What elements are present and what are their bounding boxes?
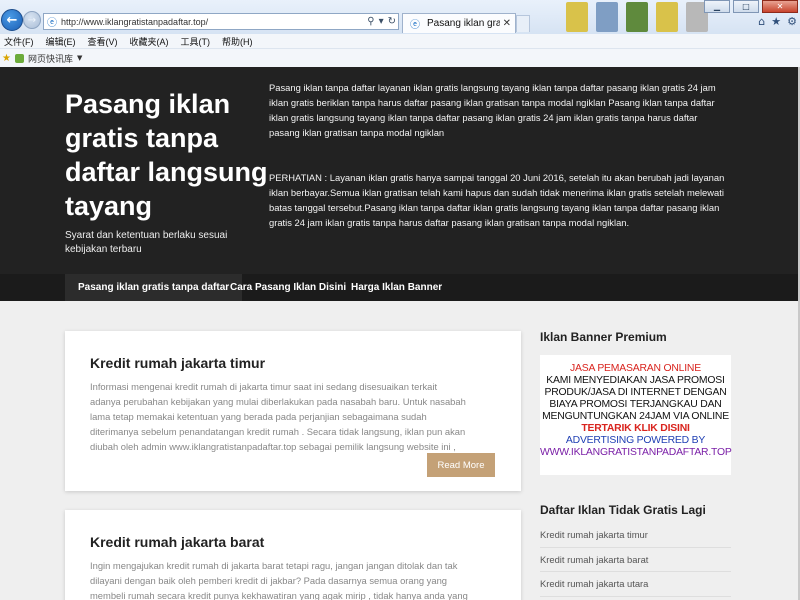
search-icon[interactable]: ⚲ [365,16,376,27]
tab-favicon-icon: ⓔ [410,20,420,31]
tab-close-icon[interactable]: ✕ [503,18,511,29]
sidebar-link-list: Kredit rumah jakarta timur Kredit rumah … [540,523,731,597]
close-icon: ✕ [776,2,784,11]
post-excerpt: Ingin mengajukan kredit rumah di jakarta… [90,560,468,600]
menu-view[interactable]: 查看(V) [88,35,118,48]
banner-url[interactable]: WWW.IKLANGRATISTANPADAFTAR.TOP [540,447,732,459]
browser-chrome: ← → ⓔ http://www.iklangratistanpadaftar.… [0,0,800,67]
address-bar[interactable]: ⓔ http://www.iklangratistanpadaftar.top/… [43,13,399,30]
tab-title: Pasang iklan gratis tanp... [427,18,500,29]
main-navigation: Pasang iklan gratis tanpa daftar Cara Pa… [0,274,800,301]
favorites-star-icon[interactable]: ★ [771,15,781,28]
notice-paragraph: PERHATIAN : Layanan iklan gratis hanya s… [269,172,725,228]
nav-item-how-to[interactable]: Cara Pasang Iklan Disini [230,274,346,301]
nav-item-banner-price[interactable]: Harga Iklan Banner [351,274,442,301]
address-row: ← → ⓔ http://www.iklangratistanpadaftar.… [0,0,800,34]
folder-icon [566,2,588,32]
maximize-button[interactable]: □ [733,0,759,13]
window-controls: ▁ □ ✕ [704,0,798,13]
chevron-down-icon[interactable]: ▼ [77,54,82,62]
read-more-button[interactable]: Read More [427,453,495,477]
menu-help[interactable]: 帮助(H) [222,35,253,48]
nav-item-home[interactable]: Pasang iklan gratis tanpa daftar [65,274,243,301]
dropdown-caret-icon[interactable]: ▾ [377,16,386,27]
post-card: Kredit rumah jakarta timur Informasi men… [65,331,521,491]
banner-line: KAMI MENYEDIAKAN JASA PROMOSI [546,375,725,386]
refresh-icon[interactable]: ↻ [386,16,398,27]
post-card: Kredit rumah jakarta barat Ingin mengaju… [65,510,521,600]
menu-favorites[interactable]: 收藏夹(A) [130,35,169,48]
banner-line: ADVERTISING POWERED BY [565,435,706,446]
arrow-right-icon: → [27,14,37,26]
list-widget-title: Daftar Iklan Tidak Gratis Lagi [540,503,706,517]
back-button[interactable]: ← [1,9,23,31]
arrow-left-icon: ← [6,12,18,28]
file-icon [626,2,648,32]
home-icon[interactable]: ⌂ [758,15,765,28]
banner-line: BIAYA PROMOSI TERJANGKAU DAN [549,399,722,410]
premium-banner-ad[interactable]: JASA PEMASARAN ONLINE KAMI MENYEDIAKAN J… [540,355,732,475]
file-icon [596,2,618,32]
banner-cta[interactable]: TERTARIK KLIK DISINI [540,423,731,435]
banner-line: MENGUNTUNGKAN 24JAM VIA ONLINE [542,411,729,422]
menu-bar: 文件(F) 编辑(E) 查看(V) 收藏夹(A) 工具(T) 帮助(H) [0,34,800,48]
banner-widget-title: Iklan Banner Premium [540,330,667,344]
web-slice-icon [14,53,24,63]
post-title[interactable]: Kredit rumah jakarta barat [90,534,264,550]
menu-edit[interactable]: 编辑(E) [46,35,76,48]
browser-toolbar-icons: ⌂ ★ ⚙ [758,15,797,28]
minimize-button[interactable]: ▁ [704,0,730,13]
favorites-bar: ★ 网页快讯库 ▼ [0,48,800,67]
page-favicon-icon: ⓔ [47,18,57,29]
forward-button[interactable]: → [23,11,41,29]
minimize-icon: ▁ [713,2,721,11]
site-header: Pasang iklan gratis tanpa daftar langsun… [0,67,800,274]
folder-icon [656,2,678,32]
banner-line: PRODUK/JASA DI INTERNET DENGAN [544,387,727,398]
sidebar-link[interactable]: Kredit rumah jakarta utara [540,572,731,597]
post-title[interactable]: Kredit rumah jakarta timur [90,355,265,371]
menu-tools[interactable]: 工具(T) [181,35,211,48]
sidebar-link[interactable]: Kredit rumah jakarta timur [540,523,731,548]
intro-paragraph: Pasang iklan tanpa daftar layanan iklan … [269,82,716,138]
desktop-background [560,0,726,34]
tab-active[interactable]: ⓔ Pasang iklan gratis tanp... ✕ [402,13,516,33]
settings-gear-icon[interactable]: ⚙ [787,15,797,28]
page-viewport: Pasang iklan gratis tanpa daftar langsun… [0,67,800,600]
sidebar-link[interactable]: Kredit rumah jakarta barat [540,548,731,572]
maximize-icon: □ [742,2,750,11]
new-tab-button[interactable] [516,15,530,32]
post-excerpt: Informasi mengenai kredit rumah di jakar… [90,381,466,452]
favorites-add-icon[interactable]: ★ [2,53,11,64]
banner-line: JASA PEMASARAN ONLINE [570,363,701,374]
favorites-link[interactable]: 网页快讯库 [28,52,73,65]
menu-file[interactable]: 文件(F) [4,35,34,48]
site-title[interactable]: Pasang iklan gratis tanpa daftar langsun… [65,87,270,223]
site-description: Syarat dan ketentuan berlaku sesuai kebi… [65,230,228,255]
header-intro: Pasang iklan tanpa daftar layanan iklan … [269,80,729,230]
url-text[interactable]: http://www.iklangratistanpadaftar.top/ [61,17,365,27]
close-window-button[interactable]: ✕ [762,0,798,13]
